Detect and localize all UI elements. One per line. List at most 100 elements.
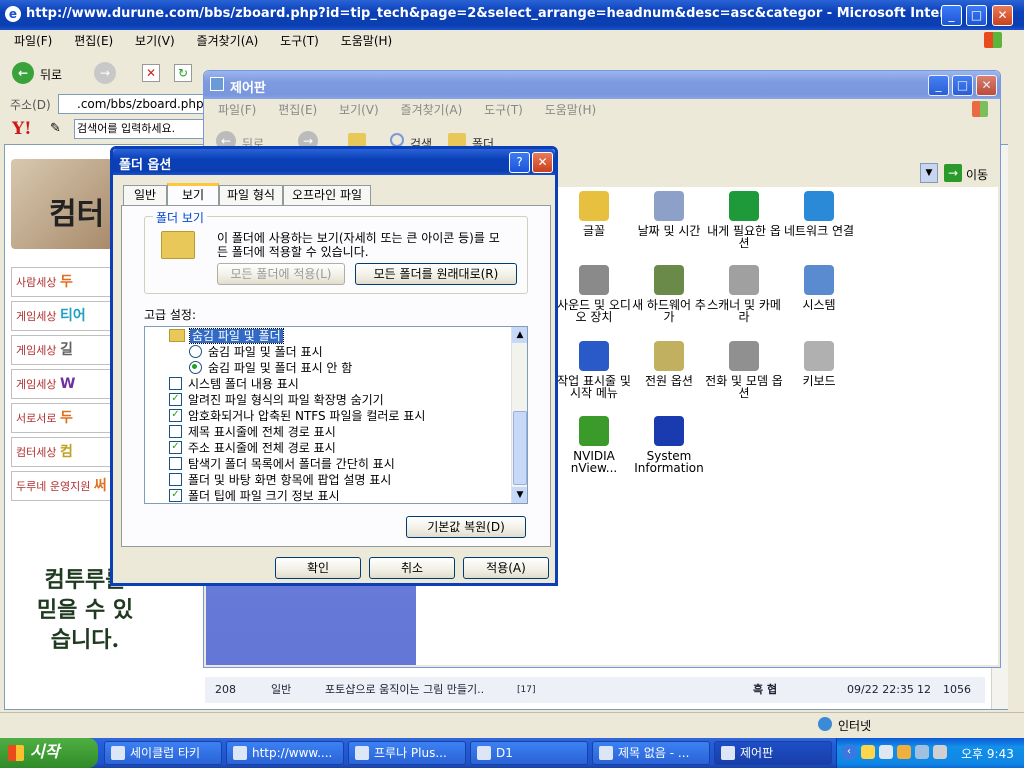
address-input[interactable]: .com/bbs/zboard.php xyxy=(58,94,208,114)
ie-minimize-button[interactable]: _ xyxy=(941,5,962,26)
scroll-thumb[interactable] xyxy=(513,411,527,485)
dialog-close-button[interactable]: ✕ xyxy=(532,152,553,173)
sidebar-link-game-3[interactable]: 게임세상 W xyxy=(11,369,113,399)
cp-item[interactable]: 전화 및 모뎀 옵션 xyxy=(704,341,784,399)
cp-go-label[interactable]: 이동 xyxy=(966,166,988,183)
cp-item[interactable]: 날짜 및 시간 xyxy=(629,191,709,237)
tab-offline-files[interactable]: 오프라인 파일 xyxy=(283,185,371,205)
ie-maximize-button[interactable]: □ xyxy=(966,5,987,26)
cp-item[interactable]: 네트워크 연결 xyxy=(779,191,859,237)
cp-item[interactable]: 시스템 xyxy=(779,265,859,311)
cp-menu-help[interactable]: 도움말(H) xyxy=(545,103,597,117)
settings-row[interactable]: ✓ 폴더 팁에 파일 크기 정보 표시 xyxy=(169,488,509,503)
cp-item[interactable]: 내게 필요한 옵션 xyxy=(704,191,784,249)
board-row-subject[interactable]: 포토샵으로 움직이는 그림 만들기.. xyxy=(325,677,484,703)
dialog-titlebar[interactable]: 폴더 옵션 xyxy=(113,149,555,175)
checkbox-icon[interactable] xyxy=(169,425,182,438)
scroll-down-icon[interactable]: ▼ xyxy=(512,487,527,503)
cp-menu-view[interactable]: 보기(V) xyxy=(339,103,379,117)
sidebar-link-game-1[interactable]: 게임세상 티어 xyxy=(11,301,113,331)
settings-row[interactable]: 숨김 파일 및 폴더 xyxy=(169,328,509,344)
folder-icon[interactable] xyxy=(169,329,185,342)
search-input[interactable]: 검색어를 입력하세요. xyxy=(74,119,208,139)
cp-item[interactable]: System Information xyxy=(629,416,709,474)
cp-address-dropdown[interactable]: ▼ xyxy=(920,163,938,183)
checkbox-checked-icon[interactable]: ✓ xyxy=(169,441,182,454)
settings-row[interactable]: ✓ 암호화되거나 압축된 NTFS 파일을 컬러로 표시 xyxy=(169,408,509,424)
settings-row[interactable]: 제목 표시줄에 전체 경로 표시 xyxy=(169,424,509,440)
taskbar-button[interactable]: http://www.... xyxy=(226,741,344,765)
radio-selected-icon[interactable] xyxy=(189,361,202,374)
sidebar-link-computer[interactable]: 컴터세상 컴 xyxy=(11,437,113,467)
board-row-author[interactable]: 흑 협 xyxy=(753,677,777,703)
cp-menu-tools[interactable]: 도구(T) xyxy=(484,103,523,117)
tab-general[interactable]: 일반 xyxy=(123,185,167,205)
cp-titlebar[interactable]: 제어판 xyxy=(204,71,1000,99)
start-button[interactable]: 시작 xyxy=(0,738,98,768)
cp-search-icon[interactable] xyxy=(390,133,404,147)
cp-item[interactable]: 글꼴 xyxy=(554,191,634,237)
cp-minimize-button[interactable]: _ xyxy=(928,75,949,96)
settings-row[interactable]: 시스템 폴더 내용 표시 xyxy=(169,376,509,392)
apply-button[interactable]: 적용(A) xyxy=(463,557,549,579)
ie-titlebar[interactable]: e http://www.durune.com/bbs/zboard.php?i… xyxy=(0,0,1024,30)
cp-maximize-button[interactable]: □ xyxy=(952,75,973,96)
ie-menu-favorites[interactable]: 즐겨찾기(A) xyxy=(197,34,259,48)
ok-button[interactable]: 확인 xyxy=(275,557,361,579)
dialog-help-button[interactable]: ? xyxy=(509,152,530,173)
checkbox-checked-icon[interactable]: ✓ xyxy=(169,489,182,502)
advanced-settings-list[interactable]: 숨김 파일 및 폴더 숨김 파일 및 폴더 표시 숨김 파일 및 폴더 표시 안 함… xyxy=(144,326,528,504)
cp-item[interactable]: 전원 옵션 xyxy=(629,341,709,387)
settings-row[interactable]: 폴더 및 바탕 화면 항목에 팝업 설명 표시 xyxy=(169,472,509,488)
cp-item[interactable]: 사운드 및 오디오 장치 xyxy=(554,265,634,323)
tray-app-icon[interactable] xyxy=(879,745,893,759)
ie-menu-edit[interactable]: 편집(E) xyxy=(74,34,113,48)
settings-row[interactable]: 숨김 파일 및 폴더 표시 안 함 xyxy=(169,360,509,376)
sidebar-link-mutual[interactable]: 서로서로 두 xyxy=(11,403,113,433)
cp-item[interactable]: 키보드 xyxy=(779,341,859,387)
tray-app-icon[interactable] xyxy=(915,745,929,759)
checkbox-checked-icon[interactable]: ✓ xyxy=(169,409,182,422)
cp-menu-file[interactable]: 파일(F) xyxy=(218,103,256,117)
sidebar-link-game-2[interactable]: 게임세상 길 xyxy=(11,335,113,365)
cp-item[interactable]: 새 하드웨어 추가 xyxy=(629,265,709,323)
settings-row[interactable]: ✓ 주소 표시줄에 전체 경로 표시 xyxy=(169,440,509,456)
stop-icon[interactable]: ✕ xyxy=(142,64,160,82)
clock[interactable]: 오후 9:43 xyxy=(961,745,1014,762)
back-arrow-icon[interactable]: ← xyxy=(12,62,34,84)
cp-menu-favorites[interactable]: 즐겨찾기(A) xyxy=(401,103,463,117)
cp-item[interactable]: NVIDIA nView... xyxy=(554,416,634,474)
reset-all-folders-button[interactable]: 모든 폴더를 원래대로(R) xyxy=(355,263,517,285)
cancel-button[interactable]: 취소 xyxy=(369,557,455,579)
checkbox-checked-icon[interactable]: ✓ xyxy=(169,393,182,406)
taskbar-button[interactable]: D1 xyxy=(470,741,588,765)
taskbar-button[interactable]: 프루나 Plus... xyxy=(348,741,466,765)
board-row[interactable]: 208 일반 포토샵으로 움직이는 그림 만들기.. [17] 흑 협 09/2… xyxy=(205,677,985,703)
sidebar-link-support[interactable]: 두루네 운영지원 써 xyxy=(11,471,113,501)
ie-close-button[interactable]: ✕ xyxy=(992,5,1013,26)
scroll-up-icon[interactable]: ▲ xyxy=(512,327,527,343)
ie-menu-tools[interactable]: 도구(T) xyxy=(280,34,319,48)
tab-view[interactable]: 보기 xyxy=(167,183,219,206)
checkbox-icon[interactable] xyxy=(169,377,182,390)
settings-row[interactable]: 숨김 파일 및 폴더 표시 xyxy=(169,344,509,360)
tray-show-icons-icon[interactable]: ‹ xyxy=(841,744,857,760)
tray-app-icon[interactable] xyxy=(861,745,875,759)
cp-menu-edit[interactable]: 편집(E) xyxy=(278,103,317,117)
refresh-icon[interactable]: ↻ xyxy=(174,64,192,82)
apply-to-all-folders-button[interactable]: 모든 폴더에 적용(L) xyxy=(217,263,345,285)
sidebar-link-people[interactable]: 사람세상 두 xyxy=(11,267,113,297)
tab-file-types[interactable]: 파일 형식 xyxy=(219,185,283,205)
ie-menu-help[interactable]: 도움말(H) xyxy=(341,34,393,48)
checkbox-icon[interactable] xyxy=(169,473,182,486)
forward-arrow-icon[interactable]: → xyxy=(94,62,116,84)
ie-back-label[interactable]: 뒤로 xyxy=(40,66,62,83)
ie-menu-view[interactable]: 보기(V) xyxy=(135,34,175,48)
cp-item[interactable]: 작업 표시줄 및 시작 메뉴 xyxy=(554,341,634,399)
list-scrollbar[interactable]: ▲ ▼ xyxy=(511,327,527,503)
tray-volume-icon[interactable] xyxy=(933,745,947,759)
taskbar-button[interactable]: 제어판 xyxy=(714,741,832,765)
cp-close-button[interactable]: ✕ xyxy=(976,75,997,96)
taskbar-button[interactable]: 제목 없음 - ... xyxy=(592,741,710,765)
radio-icon[interactable] xyxy=(189,345,202,358)
